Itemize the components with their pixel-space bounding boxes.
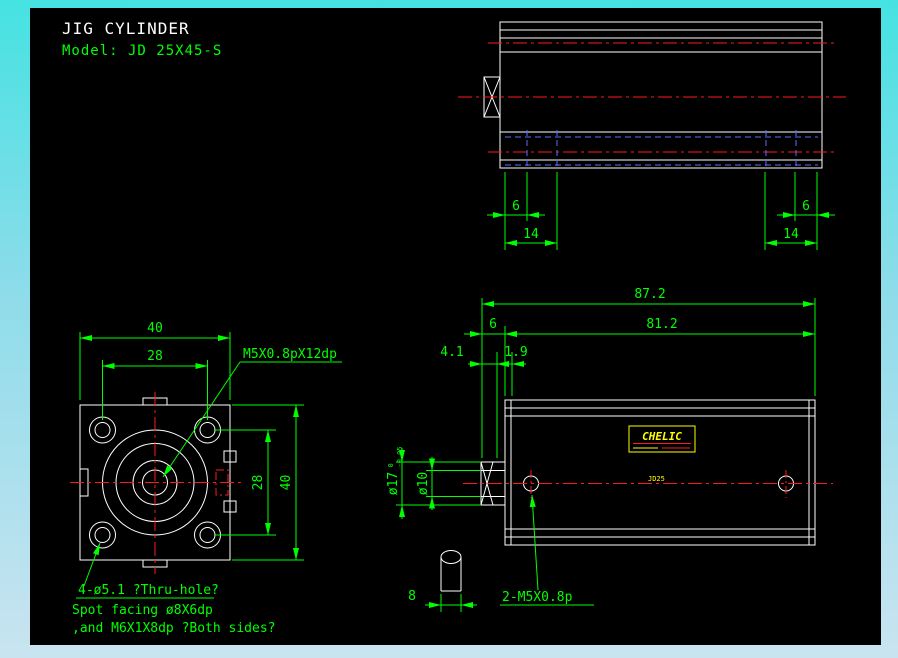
sv-dim-rod-step: 4.1 [440, 345, 463, 360]
drawing-title: JIG CYLINDER [62, 19, 190, 38]
sv-dim-cap-step: 1.9 [504, 345, 527, 360]
sv-callout-ports: 2-M5X0.8p [502, 590, 573, 605]
fv-dim-28-right: 28 [251, 475, 266, 491]
fv-callout-tap: M5X0.8pX12dp [243, 347, 337, 362]
fv-note-both-sides: ,and M6X1X8dp ?Both sides? [72, 621, 276, 636]
cad-viewport: JIG CYLINDER Model: JD 25X45-S [0, 0, 898, 658]
sv-dim-rod-offset: 6 [489, 317, 497, 332]
logo-text: CHELIC [642, 430, 682, 443]
fv-dim-40-right: 40 [279, 475, 294, 491]
fv-note-spot-facing: Spot facing ø8X6dp [72, 603, 213, 618]
tv-dim-6-right: 6 [802, 199, 810, 214]
fv-note-thru-hole: 4-ø5.1 ?Thru-hole? [78, 583, 219, 598]
sv-dim-rod-dia: ø17 [386, 472, 401, 495]
sv-dim-body-length: 81.2 [646, 317, 677, 332]
cad-drawing: JIG CYLINDER Model: JD 25X45-S [0, 0, 898, 658]
drawing-model: Model: JD 25X45-S [62, 43, 222, 59]
fv-dim-28-top: 28 [147, 349, 163, 364]
sv-dim-flat-width: 8 [408, 589, 416, 604]
fv-dim-40-top: 40 [147, 321, 163, 336]
tv-dim-14-right: 14 [783, 227, 799, 242]
sv-dim-rod-dia-tol-upper: 0 [387, 463, 395, 467]
tv-dim-6-left: 6 [512, 199, 520, 214]
sv-body-mark: JD25 [648, 475, 665, 483]
tv-dim-14-left: 14 [523, 227, 539, 242]
sv-dim-bore-dia: ø10 [416, 472, 431, 495]
sv-dim-overall: 87.2 [634, 287, 665, 302]
sv-dim-rod-dia-tol-lower: -0.05 [396, 446, 404, 467]
